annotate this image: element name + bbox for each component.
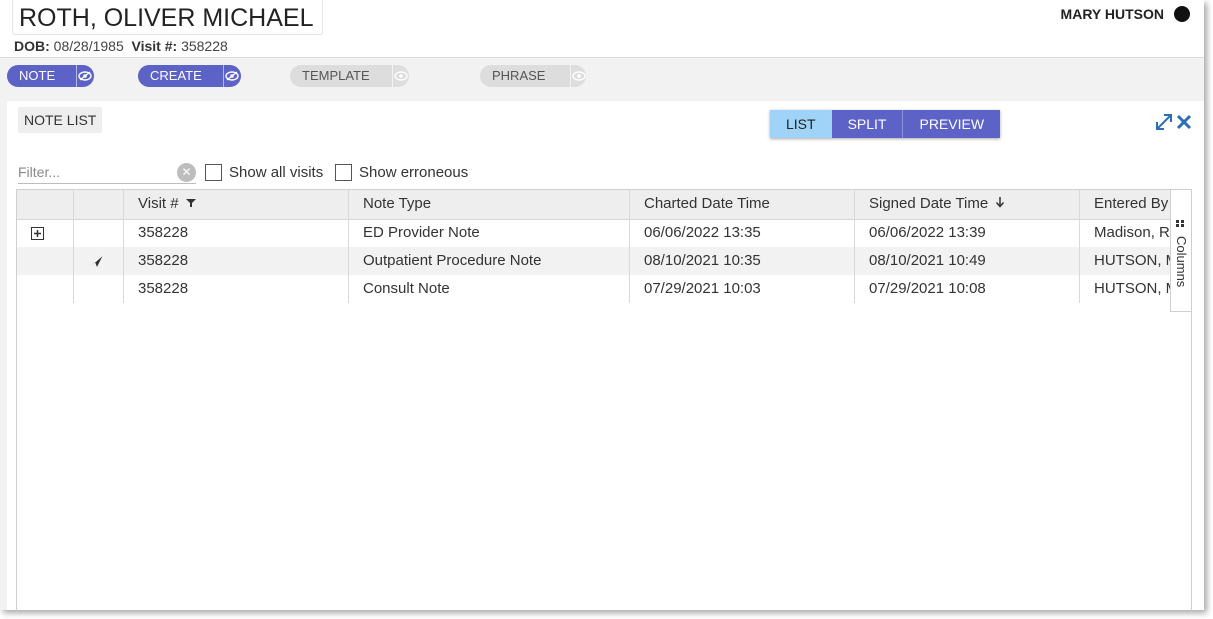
visit-label: Visit #: (131, 38, 178, 54)
cell-note-type: Outpatient Procedure Note (348, 247, 629, 275)
view-preview-button[interactable]: PREVIEW (903, 110, 1001, 138)
cell-note-type: ED Provider Note (348, 219, 629, 247)
header-note-type[interactable]: Note Type (348, 190, 629, 219)
row-icon-cell (73, 275, 123, 303)
tab-label: TEMPLATE LIBRARY (302, 68, 370, 83)
columns-panel-toggle[interactable]: Columns (1170, 190, 1191, 312)
table-row[interactable]: 358228 Consult Note 07/29/2021 10:03 07/… (17, 275, 1170, 303)
eye-icon[interactable] (75, 65, 94, 87)
user-name[interactable]: MARY HUTSON (1061, 6, 1164, 22)
cell-visit: 358228 (123, 275, 348, 303)
header-icon (73, 190, 123, 219)
table-row[interactable]: 358228 Outpatient Procedure Note 08/10/2… (17, 247, 1170, 275)
row-expand-cell[interactable] (17, 219, 73, 247)
note-list-panel: NOTE LIST LIST SPLIT PREVIEW ✕ Show all … (7, 101, 1204, 611)
cell-visit: 358228 (123, 219, 348, 247)
app-window: ROTH, OLIVER MICHAEL DOB: 08/28/1985 Vis… (0, 0, 1204, 611)
cell-signed: 07/29/2021 10:08 (854, 275, 1079, 303)
cell-charted: 07/29/2021 10:03 (629, 275, 854, 303)
cell-entered-by: HUTSON, M (1079, 275, 1170, 303)
show-all-visits-checkbox[interactable] (205, 164, 222, 181)
cell-charted: 08/10/2021 10:35 (629, 247, 854, 275)
header-expand (17, 190, 73, 219)
cell-signed: 06/06/2022 13:39 (854, 219, 1079, 247)
filter-icon[interactable] (185, 198, 197, 208)
cell-charted: 06/06/2022 13:35 (629, 219, 854, 247)
header-entered-by[interactable]: Entered By (1079, 190, 1170, 219)
header-visit[interactable]: Visit # (123, 190, 348, 219)
header-visit-label: Visit # (138, 195, 179, 212)
tab-label: NOTE LIST (19, 68, 56, 83)
header-signed-label: Signed Date Time (869, 195, 989, 212)
grid-body: Visit # Note Type Charted Date Time Sign… (17, 190, 1170, 611)
filter-row: ✕ Show all visits Show erroneous (18, 161, 618, 185)
paper-plane-icon (89, 254, 104, 267)
sort-desc-icon (996, 197, 1005, 208)
row-expand-cell (17, 247, 73, 275)
row-expand-cell (17, 275, 73, 303)
cell-signed: 08/10/2021 10:49 (854, 247, 1079, 275)
header-charted[interactable]: Charted Date Time (629, 190, 854, 219)
close-icon[interactable] (1174, 112, 1194, 132)
filter-input[interactable] (18, 161, 196, 184)
note-grid: Visit # Note Type Charted Date Time Sign… (16, 189, 1192, 611)
cell-entered-by: Madison, R (1079, 219, 1170, 247)
tab-template-library[interactable]: TEMPLATE LIBRARY (290, 65, 409, 87)
row-icon-cell (73, 247, 123, 275)
columns-label: Columns (1174, 236, 1189, 288)
table-row[interactable]: 358228 ED Provider Note 06/06/2022 13:35… (17, 219, 1170, 247)
clear-filter-icon[interactable]: ✕ (177, 163, 196, 182)
show-all-visits-label[interactable]: Show all visits (229, 164, 323, 181)
expand-icon[interactable] (1154, 112, 1174, 132)
visit-value: 358228 (181, 38, 228, 54)
patient-meta: DOB: 08/28/1985 Visit #: 358228 (14, 38, 228, 54)
tab-label: CREATE NOTE (150, 68, 202, 83)
patient-header: ROTH, OLIVER MICHAEL DOB: 08/28/1985 Vis… (0, 0, 1204, 58)
expand-row-icon[interactable] (31, 227, 44, 240)
cell-entered-by: HUTSON, M (1079, 247, 1170, 275)
tab-create-note[interactable]: CREATE NOTE (138, 65, 241, 87)
grid-header-row: Visit # Note Type Charted Date Time Sign… (17, 190, 1170, 220)
eye-icon[interactable] (222, 65, 241, 87)
show-erroneous-label[interactable]: Show erroneous (359, 164, 468, 181)
eye-icon[interactable] (391, 65, 409, 87)
tab-label: PHRASE LIBRARY (492, 68, 546, 83)
dob-value: 08/28/1985 (53, 38, 124, 54)
tab-note-list[interactable]: NOTE LIST (7, 65, 95, 87)
view-list-button[interactable]: LIST (770, 110, 832, 138)
view-split-button[interactable]: SPLIT (831, 110, 904, 138)
cell-note-type: Consult Note (348, 275, 629, 303)
cell-visit: 358228 (123, 247, 348, 275)
header-signed[interactable]: Signed Date Time (854, 190, 1079, 219)
dob-label: DOB: (14, 38, 50, 54)
view-toggle: LIST SPLIT PREVIEW (770, 110, 1001, 138)
user-status-icon[interactable] (1174, 6, 1190, 22)
tab-phrase-library[interactable]: PHRASE LIBRARY (480, 65, 587, 87)
patient-name: ROTH, OLIVER MICHAEL (12, 0, 323, 35)
panel-title: NOTE LIST (18, 107, 103, 133)
eye-icon[interactable] (570, 65, 586, 87)
columns-icon (1176, 220, 1184, 227)
row-icon-cell (73, 219, 123, 247)
show-erroneous-checkbox[interactable] (335, 164, 352, 181)
